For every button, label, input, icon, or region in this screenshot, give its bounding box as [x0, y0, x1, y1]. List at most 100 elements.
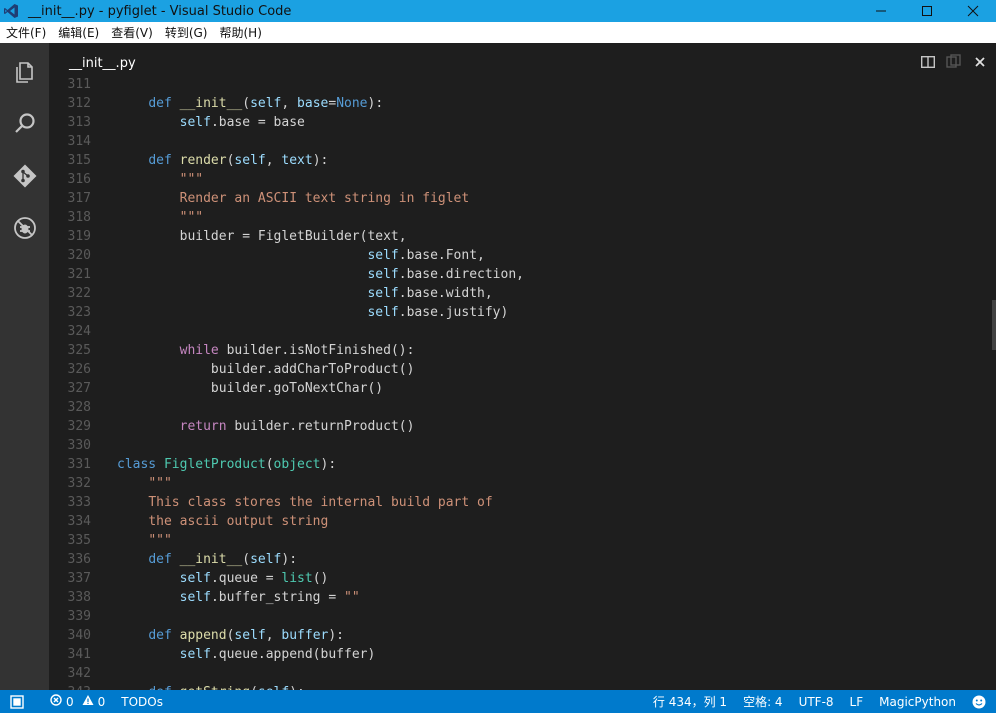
- warning-count: 0: [97, 694, 106, 709]
- code-token: ):: [367, 96, 384, 111]
- line-source: self.queue.append(buffer): [91, 645, 376, 664]
- line-number: 343: [49, 683, 91, 690]
- code-line: 325 while builder.isNotFinished():: [49, 341, 524, 360]
- language-mode[interactable]: MagicPython: [871, 695, 964, 709]
- code-line: 313 self.base = base: [49, 113, 524, 132]
- close-icon[interactable]: [970, 53, 990, 71]
- minimize-button[interactable]: [858, 0, 904, 22]
- code-line: 317 Render an ASCII text string in figle…: [49, 189, 524, 208]
- menu-edit[interactable]: 编辑(E): [52, 24, 105, 41]
- line-source: builder.addCharToProduct(): [91, 360, 415, 379]
- code-token: self: [179, 115, 211, 130]
- code-token: ):: [312, 153, 329, 168]
- code-line: 337 self.queue = list(): [49, 569, 524, 588]
- git-icon[interactable]: [0, 152, 49, 200]
- code-token: .base = base: [210, 115, 305, 130]
- line-number: 339: [67, 609, 91, 624]
- line-source: while builder.isNotFinished():: [91, 341, 415, 360]
- activity-bar: [0, 43, 49, 690]
- code-line: 311: [49, 78, 524, 94]
- line-source: [91, 607, 117, 626]
- line-number: 340: [67, 628, 91, 643]
- code-token: __init__: [179, 96, 243, 111]
- menu-file[interactable]: 文件(F): [0, 24, 52, 41]
- search-icon[interactable]: [0, 100, 49, 148]
- line-source: self.base.justify): [91, 303, 508, 322]
- line-number: 329: [67, 419, 91, 434]
- line-source: """: [91, 531, 171, 550]
- line-number: 328: [67, 400, 91, 415]
- code-token: Render an ASCII text string in figlet: [179, 191, 470, 206]
- editor-tab-bar: __init__.py: [49, 43, 996, 78]
- cursor-position[interactable]: 行 434，列 1: [645, 693, 735, 710]
- code-token: self: [367, 286, 399, 301]
- code-token: .base.direction,: [398, 267, 524, 282]
- line-number: 335: [67, 533, 91, 548]
- code-editor[interactable]: 311 312 def __init__(self, base=None): 313…: [49, 78, 996, 690]
- line-number: 342: [67, 666, 91, 681]
- maximize-button[interactable]: [904, 0, 950, 22]
- code-token: """: [148, 476, 172, 491]
- open-changes-icon[interactable]: [944, 53, 964, 71]
- problems-indicator[interactable]: 0 0: [42, 694, 113, 709]
- encoding[interactable]: UTF-8: [791, 695, 842, 709]
- menu-goto[interactable]: 转到(G): [159, 24, 214, 41]
- line-number: 319: [67, 229, 91, 244]
- code-line: 324: [49, 322, 524, 341]
- line-source: [91, 322, 117, 341]
- close-window-button[interactable]: [950, 0, 996, 22]
- code-line: 343 def getString(self):: [49, 683, 524, 690]
- code-line: 321 self.base.direction,: [49, 265, 524, 284]
- code-lines: 311 312 def __init__(self, base=None): 313…: [49, 78, 524, 690]
- code-token: .buffer_string =: [210, 590, 344, 605]
- code-token: "": [344, 590, 360, 605]
- debug-icon[interactable]: [0, 204, 49, 252]
- code-line: 326 builder.addCharToProduct(): [49, 360, 524, 379]
- line-number: 331: [67, 457, 91, 472]
- code-token: return: [179, 419, 227, 434]
- code-token: ):: [328, 628, 345, 643]
- code-line: 314: [49, 132, 524, 151]
- code-token: list: [281, 571, 313, 586]
- code-line: 330: [49, 436, 524, 455]
- menu-view[interactable]: 查看(V): [105, 24, 159, 41]
- editor-scrollbar[interactable]: [992, 78, 996, 690]
- code-line: 339: [49, 607, 524, 626]
- line-source: def append(self, buffer):: [91, 626, 344, 645]
- code-token: ):: [281, 552, 298, 567]
- code-token: self: [234, 628, 266, 643]
- code-token: self: [367, 305, 399, 320]
- code-line: 322 self.base.width,: [49, 284, 524, 303]
- scroll-thumb[interactable]: [992, 300, 996, 350]
- tab-init-py[interactable]: __init__.py: [69, 56, 136, 71]
- menu-bar: 文件(F) 编辑(E) 查看(V) 转到(G) 帮助(H): [0, 22, 996, 43]
- code-token: .queue =: [210, 571, 282, 586]
- split-editor-icon[interactable]: [918, 53, 938, 71]
- line-number: 317: [67, 191, 91, 206]
- menu-help[interactable]: 帮助(H): [213, 24, 267, 41]
- code-token: (: [265, 457, 274, 472]
- code-line: 332 """: [49, 474, 524, 493]
- indentation[interactable]: 空格: 4: [735, 693, 791, 710]
- remote-window-icon[interactable]: [0, 694, 42, 709]
- code-token: (): [312, 571, 329, 586]
- code-line: 320 self.base.Font,: [49, 246, 524, 265]
- explorer-icon[interactable]: [0, 48, 49, 96]
- smiley-icon[interactable]: [964, 695, 996, 709]
- code-line: 315 def render(self, text):: [49, 151, 524, 170]
- line-source: Render an ASCII text string in figlet: [91, 189, 470, 208]
- vscode-logo-icon: [0, 0, 22, 22]
- code-token: .base.justify): [398, 305, 509, 320]
- line-ending[interactable]: LF: [842, 695, 872, 709]
- todos-item[interactable]: TODOs: [113, 695, 171, 709]
- line-number: 324: [67, 324, 91, 339]
- line-number: 321: [67, 267, 91, 282]
